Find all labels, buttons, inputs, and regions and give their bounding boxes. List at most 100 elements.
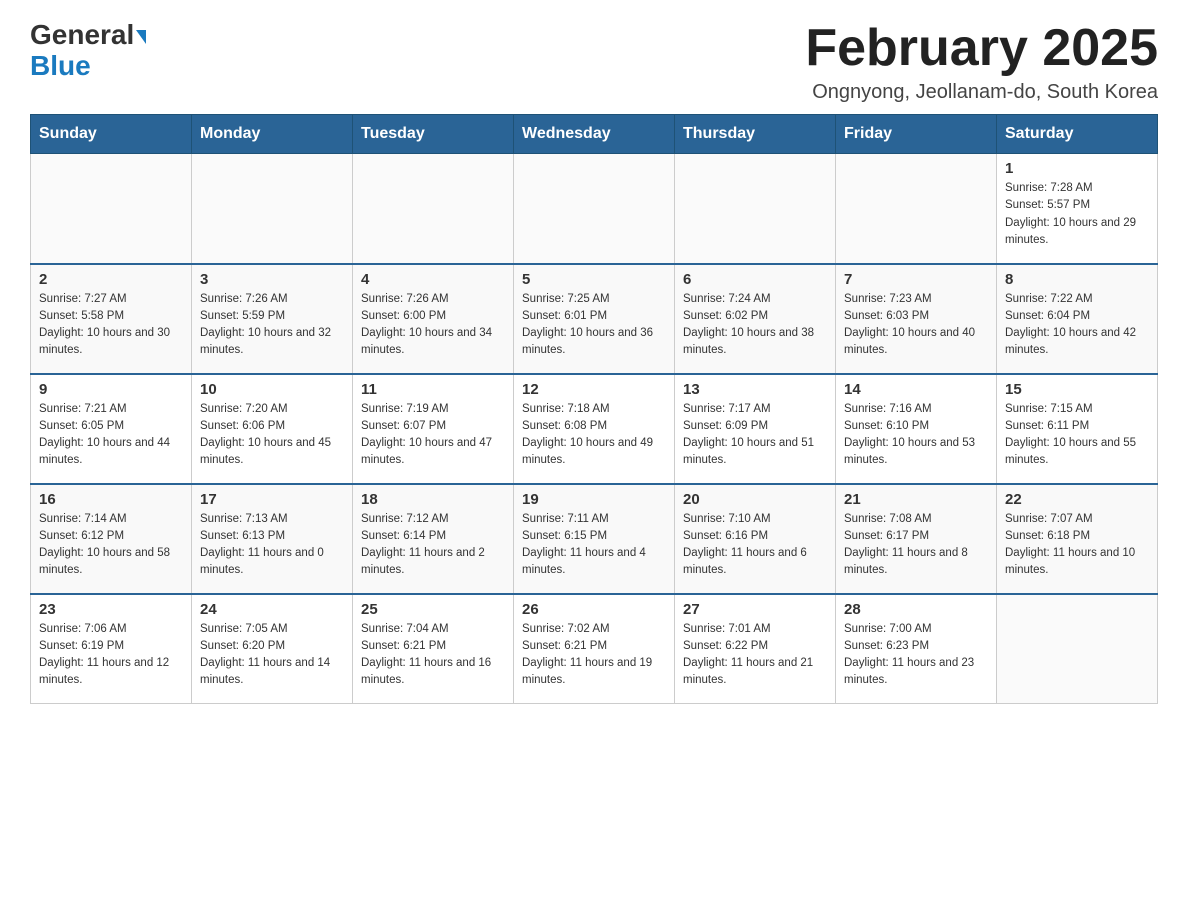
day-number: 4 (361, 271, 505, 288)
day-number: 14 (844, 381, 988, 398)
col-monday: Monday (192, 115, 353, 154)
table-row (514, 154, 675, 264)
table-row: 19Sunrise: 7:11 AMSunset: 6:15 PMDayligh… (514, 484, 675, 594)
table-row: 12 Sunrise: 7:18 AMSunset: 6:08 PMDayligh… (514, 374, 675, 484)
day-number: 15 (1005, 381, 1149, 398)
month-title: February 2025 (805, 20, 1158, 77)
day-info: Sunrise: 7:11 AMSunset: 6:15 PMDaylight:… (522, 511, 666, 580)
day-info: Sunrise: 7:05 AMSunset: 6:20 PMDaylight:… (200, 621, 344, 690)
table-row: 22Sunrise: 7:07 AMSunset: 6:18 PMDayligh… (997, 484, 1158, 594)
table-row: 18 Sunrise: 7:12 AMSunset: 6:14 PMDayligh… (353, 484, 514, 594)
day-number: 20 (683, 491, 827, 508)
day-number: 16 (39, 491, 183, 508)
calendar-week-row: 23Sunrise: 7:06 AMSunset: 6:19 PMDayligh… (31, 594, 1158, 704)
day-info: Sunrise: 7:26 AMSunset: 6:00 PMDaylight:… (361, 291, 505, 360)
day-info: Sunrise: 7:01 AMSunset: 6:22 PMDaylight:… (683, 621, 827, 690)
day-info: Sunrise: 7:20 AMSunset: 6:06 PMDaylight:… (200, 401, 344, 470)
day-info: Sunrise: 7:00 AMSunset: 6:23 PMDaylight:… (844, 621, 988, 690)
day-number: 2 (39, 271, 183, 288)
table-row (192, 154, 353, 264)
col-thursday: Thursday (675, 115, 836, 154)
table-row (836, 154, 997, 264)
day-number: 8 (1005, 271, 1149, 288)
calendar-table: Sunday Monday Tuesday Wednesday Thursday… (30, 114, 1158, 704)
table-row: 15 Sunrise: 7:15 AMSunset: 6:11 PMDayligh… (997, 374, 1158, 484)
logo: General Blue (30, 20, 146, 82)
day-number: 24 (200, 601, 344, 618)
day-info: Sunrise: 7:14 AMSunset: 6:12 PMDaylight:… (39, 511, 183, 580)
day-number: 12 (522, 381, 666, 398)
table-row: 25Sunrise: 7:04 AMSunset: 6:21 PMDayligh… (353, 594, 514, 704)
col-saturday: Saturday (997, 115, 1158, 154)
table-row: 21 Sunrise: 7:08 AMSunset: 6:17 PMDayligh… (836, 484, 997, 594)
day-info: Sunrise: 7:25 AMSunset: 6:01 PMDaylight:… (522, 291, 666, 360)
col-friday: Friday (836, 115, 997, 154)
day-number: 22 (1005, 491, 1149, 508)
table-row: 11Sunrise: 7:19 AMSunset: 6:07 PMDayligh… (353, 374, 514, 484)
day-number: 3 (200, 271, 344, 288)
day-number: 11 (361, 381, 505, 398)
table-row: 8 Sunrise: 7:22 AMSunset: 6:04 PMDaylight… (997, 264, 1158, 374)
day-info: Sunrise: 7:21 AMSunset: 6:05 PMDaylight:… (39, 401, 183, 470)
day-info: Sunrise: 7:12 AMSunset: 6:14 PMDaylight:… (361, 511, 505, 580)
day-info: Sunrise: 7:13 AMSunset: 6:13 PMDaylight:… (200, 511, 344, 580)
day-number: 13 (683, 381, 827, 398)
table-row: 24 Sunrise: 7:05 AMSunset: 6:20 PMDayligh… (192, 594, 353, 704)
day-number: 26 (522, 601, 666, 618)
day-info: Sunrise: 7:04 AMSunset: 6:21 PMDaylight:… (361, 621, 505, 690)
day-number: 6 (683, 271, 827, 288)
table-row (353, 154, 514, 264)
table-row: 16 Sunrise: 7:14 AMSunset: 6:12 PMDayligh… (31, 484, 192, 594)
table-row: 4 Sunrise: 7:26 AMSunset: 6:00 PMDaylight… (353, 264, 514, 374)
day-number: 21 (844, 491, 988, 508)
day-info: Sunrise: 7:17 AMSunset: 6:09 PMDaylight:… (683, 401, 827, 470)
header-row: Sunday Monday Tuesday Wednesday Thursday… (31, 115, 1158, 154)
table-row: 3 Sunrise: 7:26 AMSunset: 5:59 PMDaylight… (192, 264, 353, 374)
day-number: 9 (39, 381, 183, 398)
col-wednesday: Wednesday (514, 115, 675, 154)
header: General Blue February 2025 Ongnyong, Jeo… (30, 20, 1158, 104)
day-number: 17 (200, 491, 344, 508)
day-info: Sunrise: 7:02 AMSunset: 6:21 PMDaylight:… (522, 621, 666, 690)
day-info: Sunrise: 7:08 AMSunset: 6:17 PMDaylight:… (844, 511, 988, 580)
table-row: 27 Sunrise: 7:01 AMSunset: 6:22 PMDayligh… (675, 594, 836, 704)
day-info: Sunrise: 7:15 AMSunset: 6:11 PMDaylight:… (1005, 401, 1149, 470)
table-row: 17 Sunrise: 7:13 AMSunset: 6:13 PMDayligh… (192, 484, 353, 594)
page: General Blue February 2025 Ongnyong, Jeo… (0, 0, 1188, 724)
table-row: 20 Sunrise: 7:10 AMSunset: 6:16 PMDayligh… (675, 484, 836, 594)
day-number: 18 (361, 491, 505, 508)
day-number: 7 (844, 271, 988, 288)
day-info: Sunrise: 7:22 AMSunset: 6:04 PMDaylight:… (1005, 291, 1149, 360)
day-info: Sunrise: 7:18 AMSunset: 6:08 PMDaylight:… (522, 401, 666, 470)
title-area: February 2025 Ongnyong, Jeollanam-do, So… (805, 20, 1158, 104)
day-info: Sunrise: 7:23 AMSunset: 6:03 PMDaylight:… (844, 291, 988, 360)
logo-area: General Blue (30, 20, 146, 82)
calendar-week-row: 9 Sunrise: 7:21 AMSunset: 6:05 PMDaylight… (31, 374, 1158, 484)
day-number: 10 (200, 381, 344, 398)
table-row (31, 154, 192, 264)
logo-arrow-icon (136, 30, 146, 44)
table-row: 1 Sunrise: 7:28 AMSunset: 5:57 PMDaylight… (997, 154, 1158, 264)
table-row: 26 Sunrise: 7:02 AMSunset: 6:21 PMDayligh… (514, 594, 675, 704)
day-info: Sunrise: 7:10 AMSunset: 6:16 PMDaylight:… (683, 511, 827, 580)
day-info: Sunrise: 7:16 AMSunset: 6:10 PMDaylight:… (844, 401, 988, 470)
logo-blue: Blue (30, 50, 91, 81)
table-row: 10 Sunrise: 7:20 AMSunset: 6:06 PMDayligh… (192, 374, 353, 484)
table-row: 28Sunrise: 7:00 AMSunset: 6:23 PMDayligh… (836, 594, 997, 704)
day-info: Sunrise: 7:28 AMSunset: 5:57 PMDaylight:… (1005, 180, 1149, 249)
day-info: Sunrise: 7:27 AMSunset: 5:58 PMDaylight:… (39, 291, 183, 360)
day-number: 1 (1005, 160, 1149, 177)
day-info: Sunrise: 7:26 AMSunset: 5:59 PMDaylight:… (200, 291, 344, 360)
table-row: 7 Sunrise: 7:23 AMSunset: 6:03 PMDaylight… (836, 264, 997, 374)
day-info: Sunrise: 7:24 AMSunset: 6:02 PMDaylight:… (683, 291, 827, 360)
table-row: 2 Sunrise: 7:27 AMSunset: 5:58 PMDaylight… (31, 264, 192, 374)
table-row (675, 154, 836, 264)
col-tuesday: Tuesday (353, 115, 514, 154)
calendar-week-row: 16 Sunrise: 7:14 AMSunset: 6:12 PMDayligh… (31, 484, 1158, 594)
col-sunday: Sunday (31, 115, 192, 154)
calendar-week-row: 1 Sunrise: 7:28 AMSunset: 5:57 PMDaylight… (31, 154, 1158, 264)
table-row: 14 Sunrise: 7:16 AMSunset: 6:10 PMDayligh… (836, 374, 997, 484)
day-number: 5 (522, 271, 666, 288)
day-number: 27 (683, 601, 827, 618)
table-row: 5 Sunrise: 7:25 AMSunset: 6:01 PMDaylight… (514, 264, 675, 374)
